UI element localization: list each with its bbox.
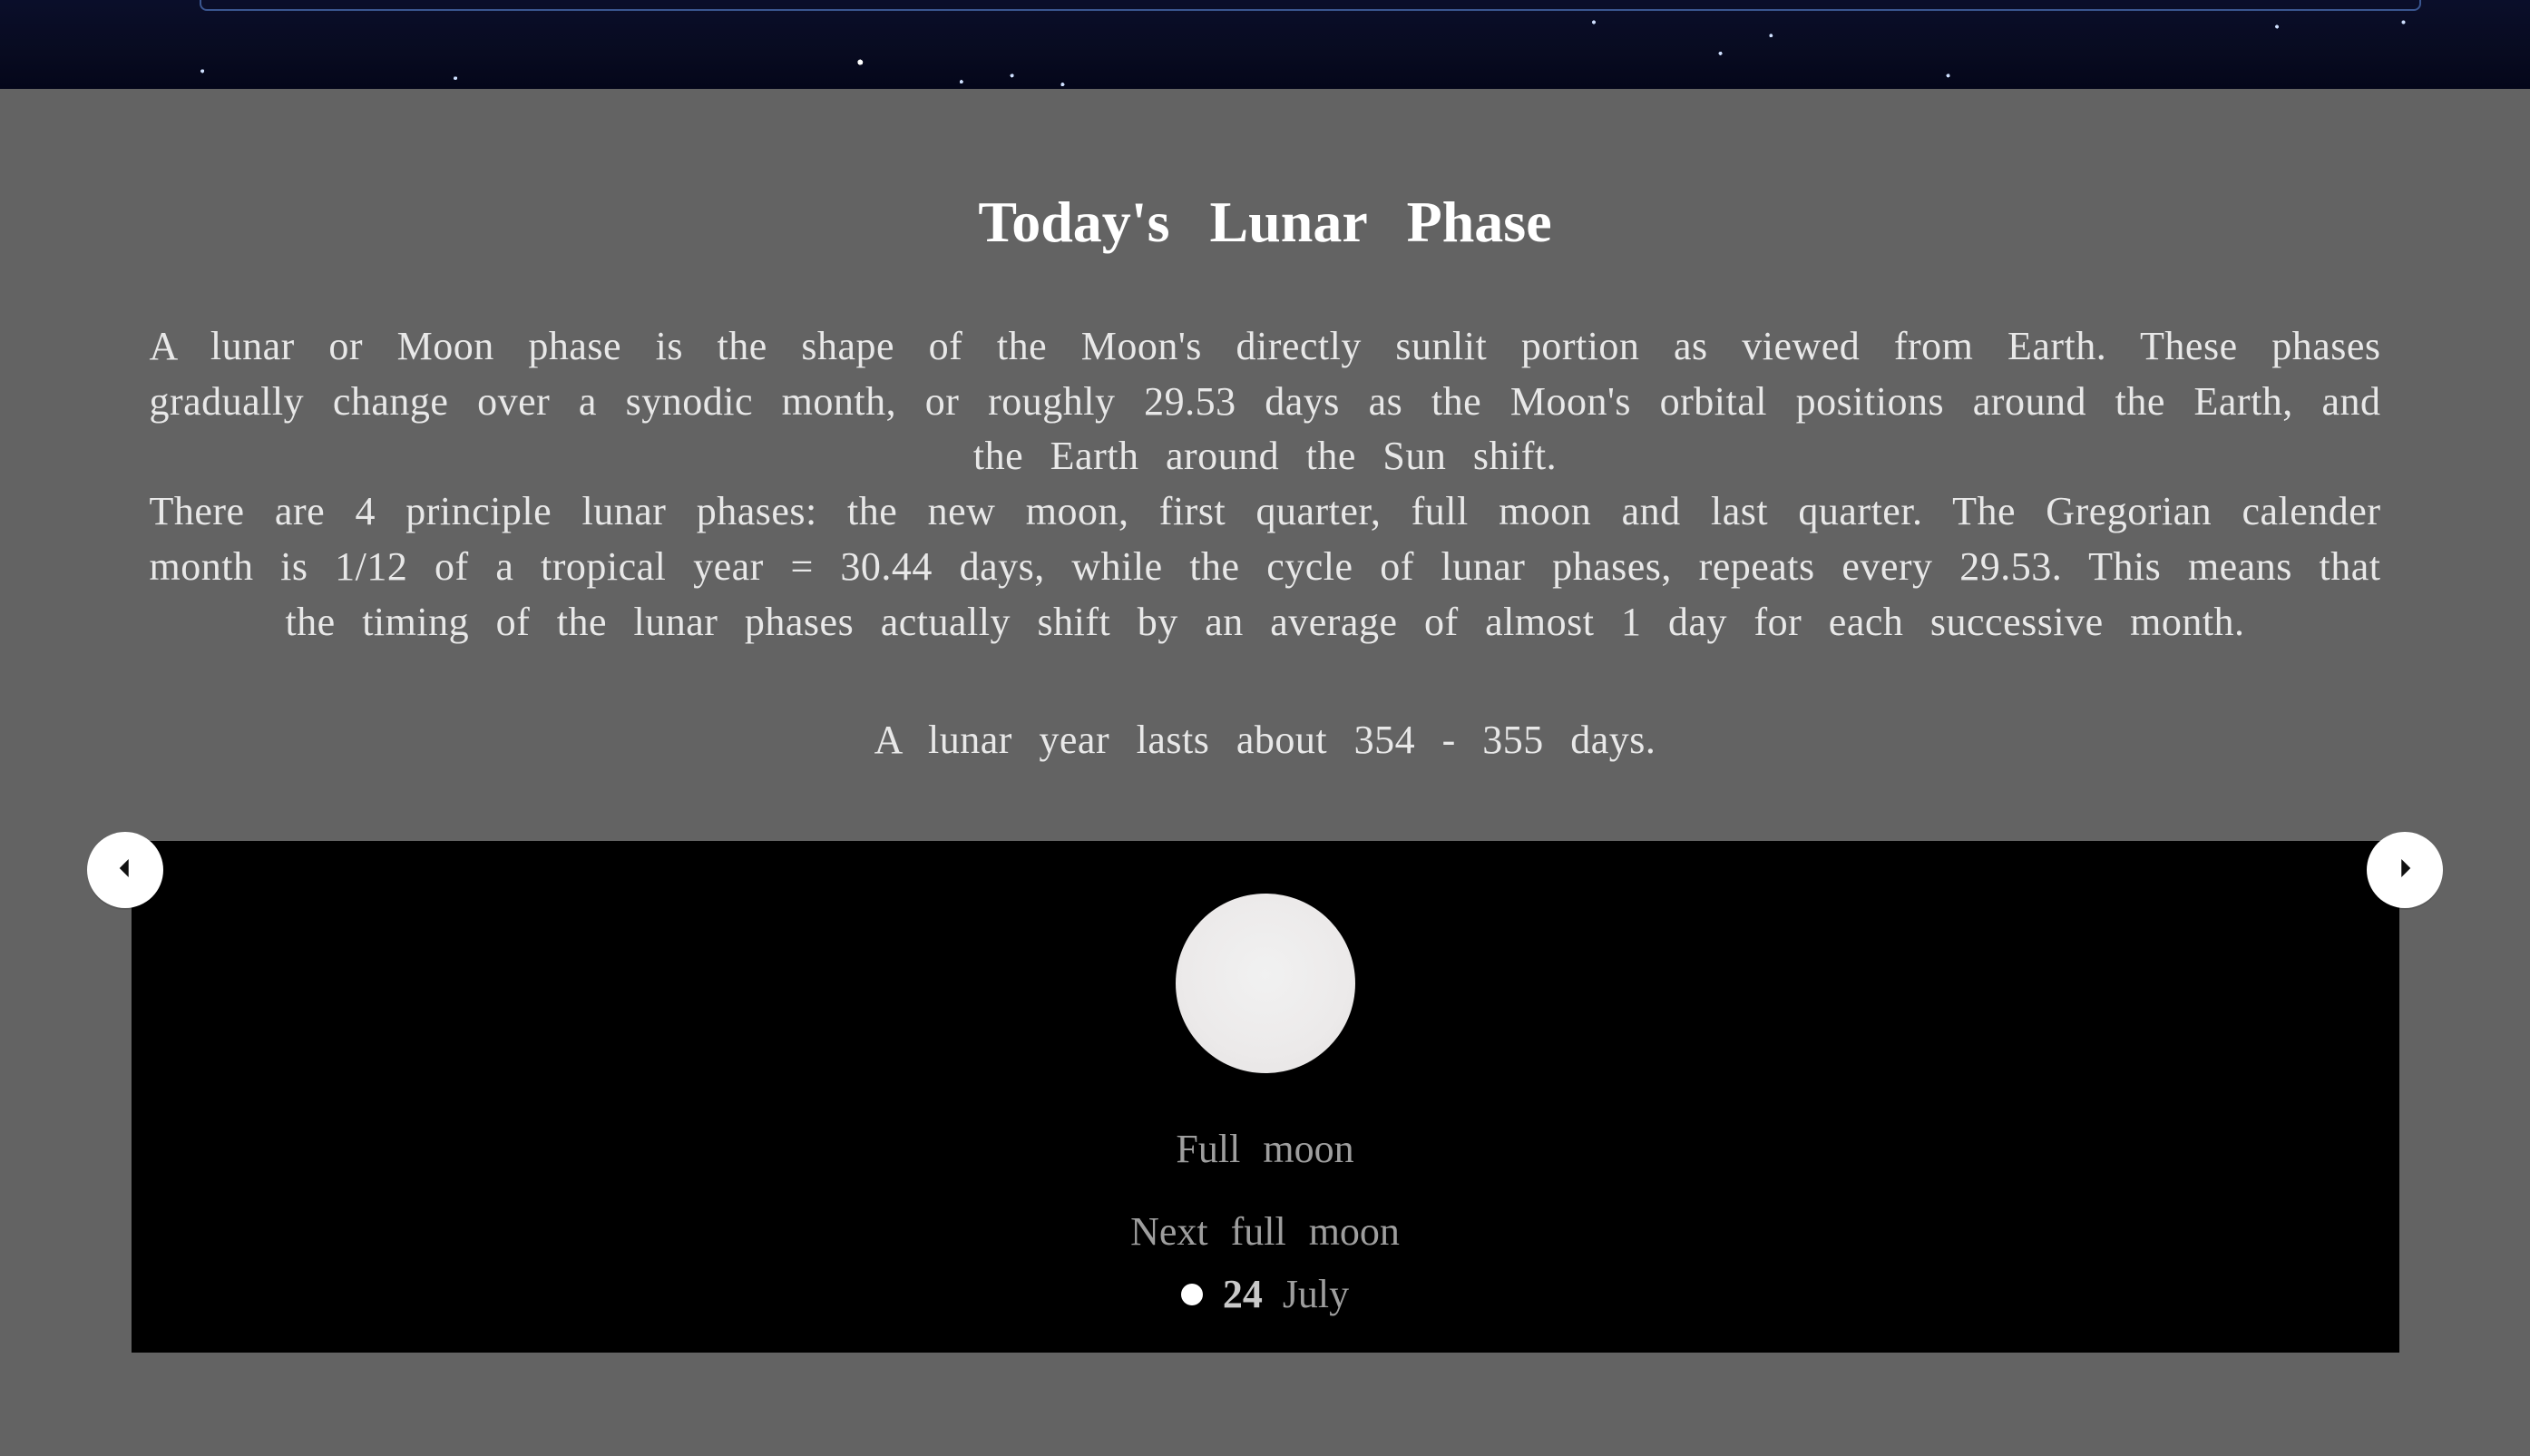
- next-full-moon-date: 24 July: [1181, 1271, 1349, 1317]
- intro-paragraph-1: A lunar or Moon phase is the shape of th…: [150, 319, 2381, 484]
- intro-paragraph-3: A lunar year lasts about 354 - 355 days.: [150, 713, 2381, 768]
- page-body: Today's Lunar Phase A lunar or Moon phas…: [0, 89, 2530, 1456]
- intro-paragraph-2: There are 4 principle lunar phases: the …: [150, 484, 2381, 650]
- carousel-prev-button[interactable]: [87, 832, 163, 908]
- chevron-right-icon: [2391, 855, 2418, 886]
- next-full-moon-day: 24: [1223, 1271, 1263, 1317]
- chevron-left-icon: [112, 855, 139, 886]
- sky-banner: [0, 0, 2530, 89]
- page-title: Today's Lunar Phase: [978, 189, 1551, 256]
- next-full-moon-month: July: [1283, 1271, 1349, 1317]
- next-full-moon-label: Next full moon: [1130, 1208, 1400, 1255]
- intro-copy: A lunar or Moon phase is the shape of th…: [150, 319, 2381, 768]
- moon-icon: [1176, 894, 1355, 1073]
- carousel-next-button[interactable]: [2367, 832, 2443, 908]
- lunar-panel: Full moon Next full moon 24 July: [132, 841, 2399, 1353]
- mini-moon-icon: [1181, 1284, 1203, 1305]
- lunar-carousel: Full moon Next full moon 24 July: [0, 841, 2530, 1353]
- search-bar-outline: [200, 0, 2421, 11]
- current-phase-label: Full moon: [1176, 1126, 1353, 1172]
